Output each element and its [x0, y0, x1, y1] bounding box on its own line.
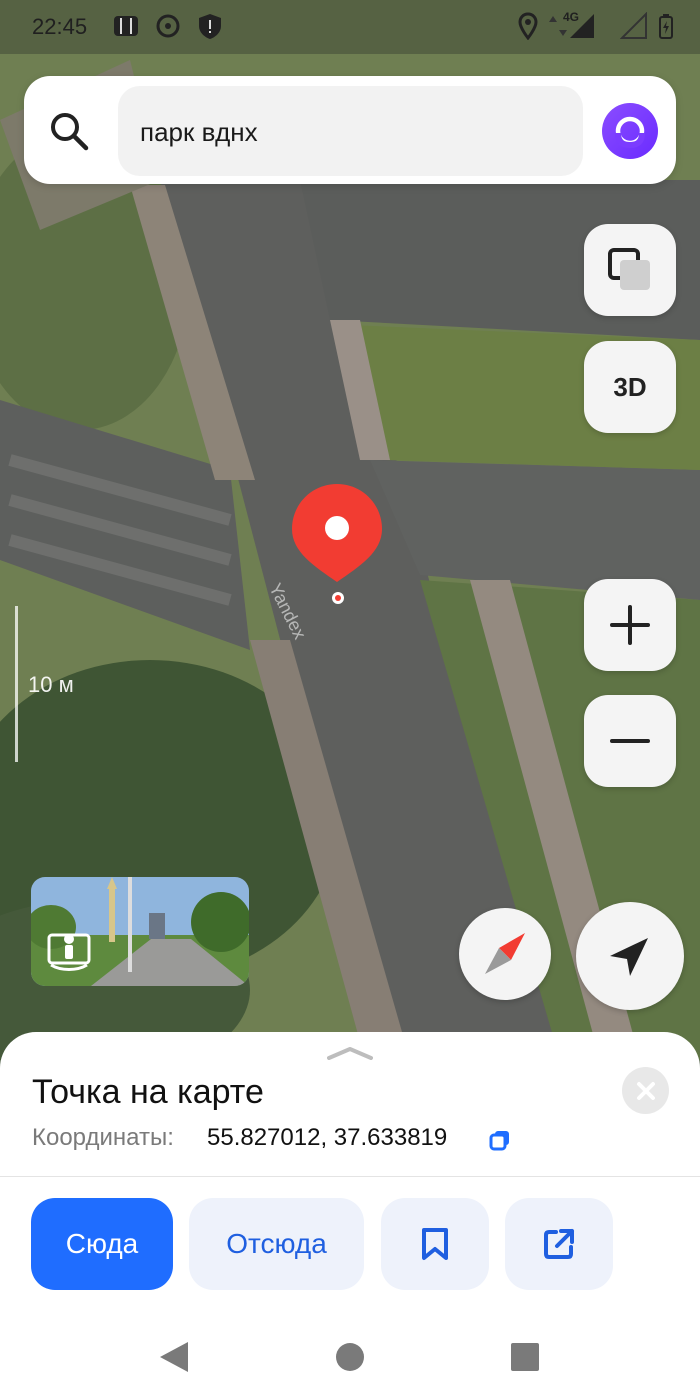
signal-icon [570, 14, 594, 38]
location-icon [518, 12, 538, 40]
compass-button[interactable] [459, 908, 551, 1000]
system-nav-bar [0, 1318, 700, 1400]
3d-button[interactable]: 3D [584, 341, 676, 433]
share-button[interactable] [505, 1198, 613, 1290]
alice-voice-button[interactable] [602, 103, 658, 159]
alice-icon [615, 116, 645, 149]
battery-icon [659, 14, 673, 39]
back-triangle-icon[interactable] [158, 1340, 190, 1374]
plus-icon [610, 605, 650, 645]
close-button[interactable] [622, 1067, 669, 1114]
route-to-button[interactable]: Сюда [31, 1198, 173, 1290]
my-location-button[interactable] [576, 902, 684, 1010]
route-from-button[interactable]: Отсюда [189, 1198, 364, 1290]
minus-icon [610, 739, 650, 743]
sheet-grabber-icon[interactable] [327, 1046, 373, 1060]
compass-icon [485, 933, 525, 974]
close-icon [636, 1081, 655, 1100]
navigation-arrow-icon [610, 938, 648, 976]
bookmark-icon [422, 1228, 448, 1260]
street-view-icon [47, 933, 91, 971]
shield-icon [199, 14, 221, 39]
search-icon[interactable] [48, 110, 90, 152]
share-icon [544, 1229, 574, 1259]
divider [0, 1176, 700, 1177]
bookmark-button[interactable] [381, 1198, 489, 1290]
wifi-off-icon [620, 12, 647, 39]
maps-icon [114, 16, 138, 36]
vpn-key-icon [156, 14, 180, 38]
coordinates-label: Координаты: [32, 1124, 174, 1151]
panorama-thumbnail[interactable] [31, 877, 249, 986]
layers-button[interactable] [584, 224, 676, 316]
place-title: Точка на карте [32, 1073, 264, 1111]
search-query[interactable]: парк вднх [140, 117, 258, 148]
zoom-out-button[interactable] [584, 695, 676, 787]
scale-bar [15, 606, 18, 762]
layers-icon [608, 248, 650, 290]
status-time: 22:45 [32, 14, 88, 39]
scale-label: 10 м [28, 672, 74, 697]
zoom-in-button[interactable] [584, 579, 676, 671]
home-circle-icon[interactable] [335, 1342, 365, 1372]
map-pin-icon[interactable] [292, 484, 382, 604]
copy-icon[interactable] [489, 1129, 511, 1151]
recents-square-icon[interactable] [510, 1342, 540, 1372]
status-bar: 22:45 4G [0, 0, 700, 54]
coordinates-value: 55.827012, 37.633819 [207, 1124, 448, 1151]
